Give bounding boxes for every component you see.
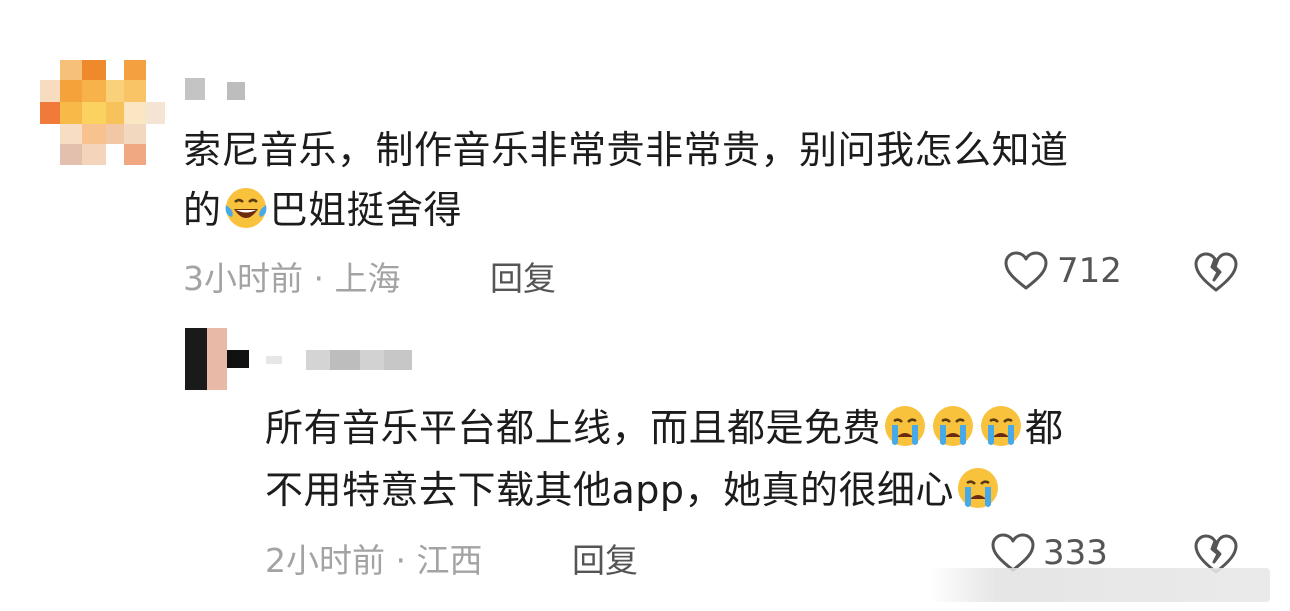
comment-text-line1-tail: 都	[1025, 406, 1064, 450]
comment-text-line2b: 巴姐挺舍得	[269, 188, 463, 232]
crying-emoji	[882, 403, 928, 449]
dislike-button[interactable]	[1193, 250, 1239, 294]
like-count: 333	[1043, 533, 1108, 573]
comment-text: 所有音乐平台都上线，而且都是免费 都	[265, 402, 1064, 454]
like-count: 712	[1057, 251, 1122, 291]
time-location: 2小时前 · 江西	[265, 541, 483, 580]
laughing-crying-emoji	[223, 185, 269, 231]
time-location: 3小时前 · 上海	[183, 259, 401, 298]
comment-text-line2a: 的	[183, 188, 222, 232]
reply-button[interactable]: 回复	[572, 534, 638, 582]
broken-heart-icon	[1194, 252, 1238, 292]
avatar[interactable]	[185, 328, 249, 390]
comment-text: 索尼音乐，制作音乐非常贵非常贵，别问我怎么知道	[183, 124, 1069, 176]
comment-text: 不用特意去下载其他app，她真的很细心	[265, 464, 1002, 516]
heart-icon	[1004, 251, 1048, 290]
crying-emoji	[930, 403, 976, 449]
like-button[interactable]	[1003, 250, 1049, 292]
avatar[interactable]	[40, 60, 165, 165]
comment-text: 的 巴姐挺舍得	[183, 184, 462, 236]
comment-text-line1: 所有音乐平台都上线，而且都是免费	[265, 406, 882, 450]
comment-text-line1: 索尼音乐，制作音乐非常贵非常贵，别问我怎么知道	[183, 128, 1069, 172]
reply-button[interactable]: 回复	[490, 252, 556, 300]
crying-emoji	[978, 403, 1024, 449]
username[interactable]	[185, 78, 255, 102]
watermark	[930, 568, 1270, 602]
username[interactable]	[266, 348, 416, 372]
crying-emoji	[955, 465, 1001, 511]
comment-text-line2: 不用特意去下载其他app，她真的很细心	[265, 468, 955, 512]
